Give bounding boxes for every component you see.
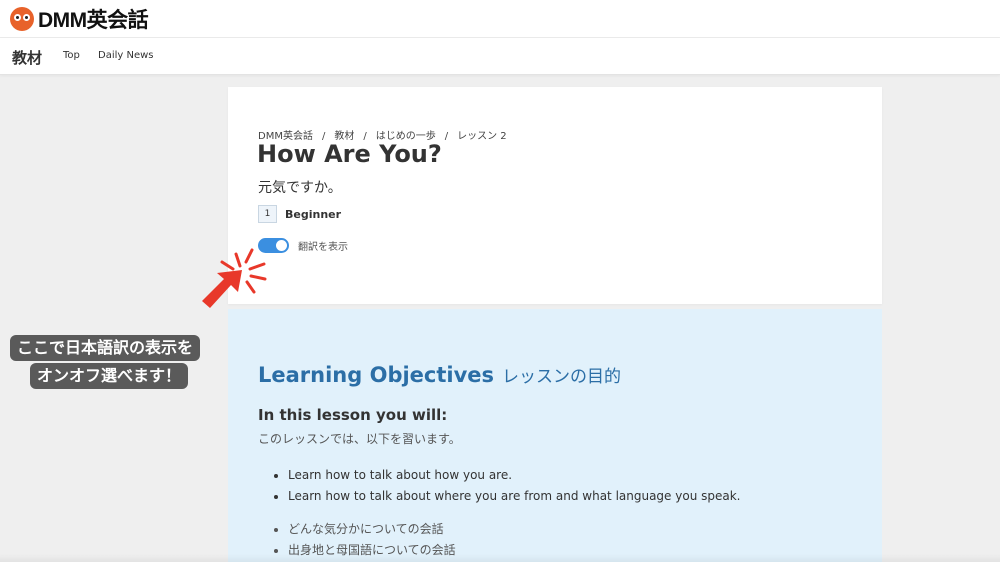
list-item: Learn how to talk about how you are. [288, 465, 740, 486]
owl-logo-icon [10, 7, 34, 31]
list-item: Learn how to talk about where you are fr… [288, 486, 740, 507]
lesson-subtitle: 元気ですか。 [258, 180, 342, 196]
breadcrumb-separator: / [444, 131, 449, 142]
objectives-intro-ja: このレッスンでは、以下を習います。 [258, 432, 461, 446]
level-number-badge: 1 [258, 205, 277, 223]
lesson-card: DMM英会話 / 教材 / はじめの一歩 / レッスン 2 How Are You? 元気で… [228, 87, 882, 304]
logo-text: DMM英会話 [38, 9, 149, 32]
toggle-knob [276, 240, 287, 251]
dmm-logo[interactable]: DMM英会話 [10, 4, 149, 34]
lesson-title: How Are You? [257, 140, 442, 168]
callout-line-2: オンオフ選べます！ [30, 363, 189, 389]
learning-objectives-section: Learning Objectives レッスンの目的 In this lesso… [228, 309, 882, 562]
objectives-intro-en: In this lesson you will: [258, 406, 448, 424]
objectives-title-ja: レッスンの目的 [502, 367, 622, 387]
sub-navigation: 教材 Top Daily News [0, 38, 1000, 75]
bottom-shadow [0, 554, 1000, 562]
breadcrumb-item-lesson: レッスン 2 [457, 131, 507, 142]
level-indicator: 1 Beginner [258, 205, 341, 223]
nav-title[interactable]: 教材 [12, 47, 42, 68]
top-header: DMM英会話 [0, 0, 1000, 38]
annotation-callout: ここで日本語訳の表示を オンオフ選べます！ [10, 335, 225, 391]
nav-link-top[interactable]: Top [63, 50, 80, 61]
objectives-heading: Learning Objectives レッスンの目的 [258, 362, 621, 387]
nav-link-daily-news[interactable]: Daily News [98, 50, 154, 61]
objectives-title-en: Learning Objectives [258, 363, 495, 387]
translation-toggle-label[interactable]: 翻訳を表示 [298, 238, 348, 253]
click-pointer-arrow-icon [202, 248, 267, 308]
list-item: どんな気分かについての会話 [288, 519, 456, 540]
callout-line-1: ここで日本語訳の表示を [10, 335, 201, 361]
objectives-list-en: Learn how to talk about how you are. Lea… [272, 465, 740, 507]
level-label: Beginner [285, 207, 342, 221]
